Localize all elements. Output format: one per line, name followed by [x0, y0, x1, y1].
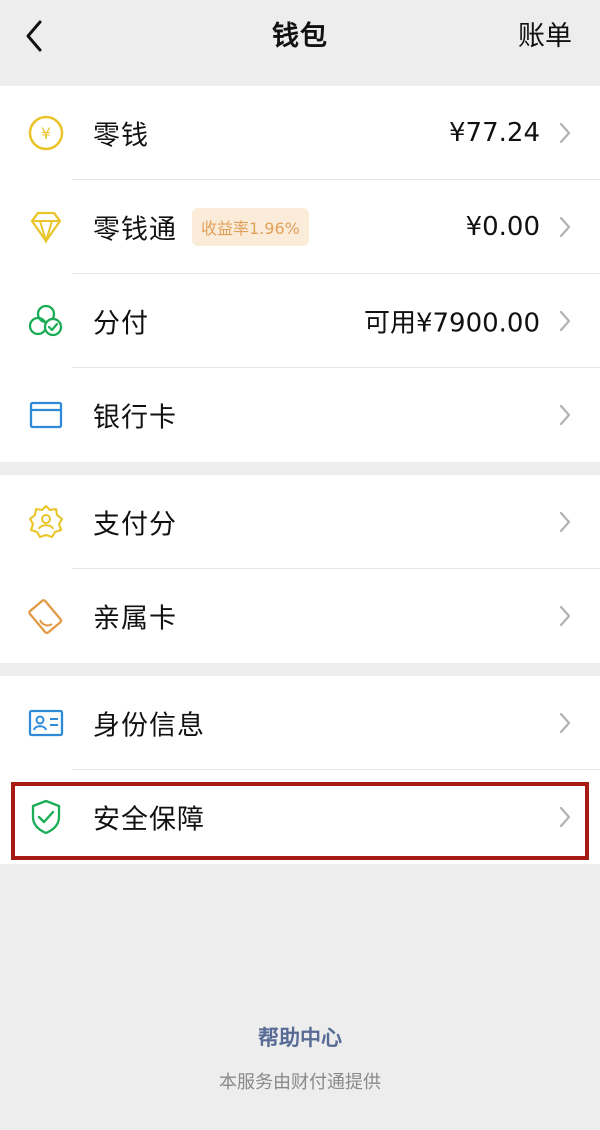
provider-note: 本服务由财付通提供: [219, 1072, 381, 1093]
yen-coin-icon: ¥: [26, 113, 66, 153]
row-label: 零钱: [93, 120, 149, 152]
row-identity[interactable]: 身份信息: [0, 676, 600, 770]
chevron-right-icon: [559, 511, 571, 533]
chevron-right-icon: [559, 404, 571, 426]
shield-check-icon: [26, 797, 66, 837]
row-change[interactable]: ¥ 零钱 ¥77.24: [0, 86, 600, 180]
row-payment-score[interactable]: 支付分: [0, 475, 600, 569]
id-card-icon: [26, 703, 66, 743]
nav-bar: 钱包 账单: [0, 0, 600, 86]
chevron-right-icon: [559, 806, 571, 828]
badge-person-icon: [26, 502, 66, 542]
chevron-right-icon: [559, 216, 571, 238]
chevron-right-icon: [559, 122, 571, 144]
chevron-right-icon: [559, 310, 571, 332]
page-title: 钱包: [272, 21, 328, 52]
row-value: ¥77.24: [449, 118, 540, 148]
diamond-icon: [26, 207, 66, 247]
row-label: 零钱通: [93, 214, 177, 246]
row-bank-card[interactable]: 银行卡: [0, 368, 600, 462]
row-value: 可用¥7900.00: [363, 308, 540, 339]
row-fenfu[interactable]: 分付 可用¥7900.00: [0, 274, 600, 368]
row-family-card[interactable]: 亲属卡: [0, 569, 600, 663]
wallet-group: ¥ 零钱 ¥77.24 零钱通 收益率1.96% ¥0.00 分付 可用¥790…: [0, 86, 600, 462]
row-value: ¥0.00: [465, 212, 540, 242]
family-card-icon: [26, 596, 66, 636]
row-label: 亲属卡: [93, 603, 177, 635]
row-label: 银行卡: [93, 402, 177, 434]
bank-card-icon: [26, 395, 66, 435]
bill-button[interactable]: 账单: [518, 14, 572, 53]
row-lingqiantong[interactable]: 零钱通 收益率1.96% ¥0.00: [0, 180, 600, 274]
circles-check-icon: [26, 301, 66, 341]
row-security[interactable]: 安全保障: [0, 770, 600, 864]
yield-badge: 收益率1.96%: [192, 208, 309, 246]
help-center-link[interactable]: 帮助中心: [0, 1022, 600, 1052]
row-label: 支付分: [93, 509, 177, 541]
credit-group: 支付分 亲属卡: [0, 475, 600, 663]
chevron-right-icon: [559, 605, 571, 627]
row-label: 身份信息: [93, 710, 205, 742]
row-label: 安全保障: [93, 804, 205, 836]
account-group: 身份信息 安全保障: [0, 676, 600, 864]
row-label: 分付: [93, 308, 149, 340]
svg-text:¥: ¥: [41, 124, 51, 143]
chevron-right-icon: [559, 712, 571, 734]
